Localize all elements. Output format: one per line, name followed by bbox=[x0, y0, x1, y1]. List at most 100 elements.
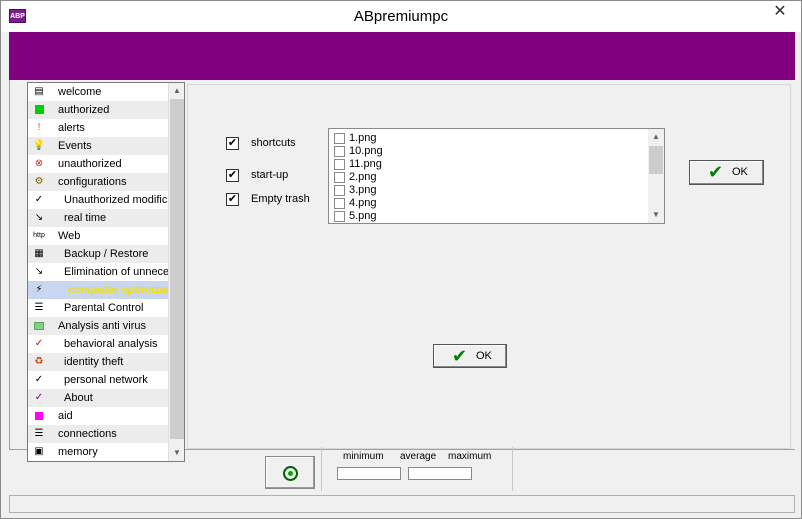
list-icon: ☰ bbox=[34, 302, 44, 313]
ok-button-top[interactable]: ✔ OK bbox=[689, 160, 764, 185]
sidebar-item[interactable]: ✓ behavioral analysis bbox=[28, 335, 169, 353]
file-checkbox[interactable] bbox=[334, 146, 345, 157]
elimination-icon: ↘ bbox=[34, 266, 44, 277]
file-name: 3.png bbox=[349, 184, 377, 196]
sidebar-item[interactable]: Analysis anti virus bbox=[28, 317, 169, 335]
backup-icon: ▦ bbox=[34, 248, 44, 259]
sidebar-item-label: identity theft bbox=[64, 356, 124, 368]
file-checkbox[interactable] bbox=[334, 172, 345, 183]
scan-button[interactable] bbox=[265, 456, 315, 489]
file-scroll-down-icon[interactable]: ▼ bbox=[648, 207, 664, 223]
sidebar-item[interactable]: ✓ About bbox=[28, 389, 169, 407]
sidebar-item[interactable]: ✓ Unauthorized modifications bbox=[28, 191, 169, 209]
sidebar-item-label: Backup / Restore bbox=[64, 248, 149, 260]
file-name: 5.png bbox=[349, 210, 377, 222]
sidebar-item-label: Events bbox=[58, 140, 92, 152]
file-checkbox[interactable] bbox=[334, 185, 345, 196]
ok-button-center-label: OK bbox=[476, 350, 492, 362]
target-icon bbox=[283, 466, 298, 481]
scroll-up-arrow-icon[interactable]: ▲ bbox=[169, 83, 184, 99]
sidebar-list[interactable]: ▤ welcome authorized! alerts 💡 Events ⊗ unautho… bbox=[27, 82, 185, 462]
close-button[interactable]: ✕ bbox=[765, 3, 795, 21]
file-checkbox[interactable] bbox=[334, 159, 345, 170]
sidebar-item[interactable]: ▦ Backup / Restore bbox=[28, 245, 169, 263]
shortcuts-label: shortcuts bbox=[251, 137, 296, 149]
sidebar-item[interactable]: ↘ Elimination of unnecessary bbox=[28, 263, 169, 281]
checkmark-icon: ✓ bbox=[34, 194, 44, 205]
sidebar-item-label: unauthorized bbox=[58, 158, 122, 170]
sidebar-item-label: Unauthorized modifications bbox=[64, 194, 169, 206]
sidebar-item[interactable]: ☰ connections bbox=[28, 425, 169, 443]
sidebar-item[interactable]: ! alerts bbox=[28, 119, 169, 137]
title-bar[interactable]: ABP ABpremiumpc ✕ bbox=[1, 1, 801, 32]
sidebar-item[interactable]: ✓ personal network bbox=[28, 371, 169, 389]
ok-center-check-icon: ✔ bbox=[452, 346, 468, 366]
about-check-icon: ✓ bbox=[34, 392, 44, 403]
sidebar-item-label: Analysis anti virus bbox=[58, 320, 147, 332]
sidebar-item-label: connections bbox=[58, 428, 117, 440]
header-banner bbox=[9, 32, 795, 80]
sidebar-item[interactable]: ♻ identity theft bbox=[28, 353, 169, 371]
sidebar-item-label: authorized bbox=[58, 104, 110, 116]
config-icon: ⚙ bbox=[34, 176, 44, 187]
average-label: average bbox=[400, 451, 437, 462]
file-scroll-up-icon[interactable]: ▲ bbox=[648, 129, 664, 145]
sidebar-item[interactable]: authorized bbox=[28, 101, 169, 119]
green-rect-icon bbox=[34, 322, 44, 330]
sidebar-item-label: behavioral analysis bbox=[64, 338, 158, 350]
ok-button-center[interactable]: ✔ OK bbox=[433, 344, 507, 368]
file-checkbox[interactable] bbox=[334, 133, 345, 144]
scroll-down-arrow-icon[interactable]: ▼ bbox=[169, 445, 184, 461]
sidebar-scroll-thumb[interactable] bbox=[170, 99, 184, 439]
sidebar-items: ▤ welcome authorized! alerts 💡 Events ⊗ unautho… bbox=[28, 83, 169, 461]
sidebar-item-label: About bbox=[64, 392, 93, 404]
minimum-label: minimum bbox=[343, 451, 384, 462]
window-title: ABpremiumpc bbox=[353, 8, 449, 25]
red-check-icon: ✓ bbox=[34, 338, 44, 349]
sidebar-item-label: personal network bbox=[64, 374, 148, 386]
sidebar-item-label: memory bbox=[58, 446, 98, 458]
sidebar-item-label: welcome bbox=[58, 86, 102, 98]
empty-trash-label: Empty trash bbox=[251, 193, 310, 205]
sidebar-item-label: alerts bbox=[58, 122, 85, 134]
sidebar-item-label: aid bbox=[58, 410, 73, 422]
sidebar-item-label: Elimination of unnecessary bbox=[64, 266, 169, 278]
startup-checkbox[interactable]: ✔ bbox=[226, 169, 239, 182]
sidebar-item[interactable]: ⚙ configurations bbox=[28, 173, 169, 191]
sidebar-item[interactable]: ⚡ computer optimization bbox=[28, 281, 169, 299]
sidebar-item-label: configurations bbox=[58, 176, 127, 188]
ok-button-top-label: OK bbox=[732, 166, 748, 178]
status-bar bbox=[9, 495, 795, 513]
forbidden-icon: ⊗ bbox=[34, 158, 44, 169]
sidebar-item[interactable]: 💡 Events bbox=[28, 137, 169, 155]
lightbulb-icon: 💡 bbox=[32, 140, 46, 151]
sidebar-item[interactable]: ☰ Parental Control bbox=[28, 299, 169, 317]
minimum-field[interactable] bbox=[337, 467, 401, 480]
sidebar-item[interactable]: ↘ real time bbox=[28, 209, 169, 227]
file-checkbox[interactable] bbox=[334, 211, 345, 222]
maximum-label: maximum bbox=[448, 451, 492, 462]
window-icon: ▤ bbox=[34, 86, 44, 97]
maximum-field[interactable] bbox=[408, 467, 472, 480]
sidebar-item[interactable]: ▤ welcome bbox=[28, 83, 169, 101]
sidebar-item-label: Web bbox=[58, 230, 81, 242]
memory-icon: ▣ bbox=[34, 446, 44, 457]
sidebar-item[interactable]: ⊗ unauthorized bbox=[28, 155, 169, 173]
file-name: 11.png bbox=[349, 158, 382, 170]
file-checkbox[interactable] bbox=[334, 198, 345, 209]
stats-panel: minimum average maximum bbox=[321, 447, 513, 491]
sidebar-item[interactable]: ▣ memory bbox=[28, 443, 169, 461]
file-name: 2.png bbox=[349, 171, 377, 183]
green-square-icon bbox=[35, 105, 44, 114]
shortcuts-checkbox[interactable]: ✔ bbox=[226, 137, 239, 150]
empty-trash-checkbox[interactable]: ✔ bbox=[226, 193, 239, 206]
file-name: 10.png bbox=[349, 145, 383, 157]
file-list[interactable]: 1.png 10.png 11.png 2.png 3.png 4.png 5.png ▲ … bbox=[328, 128, 665, 224]
file-scroll-thumb[interactable] bbox=[649, 146, 663, 174]
app-window: ABP ABpremiumpc ✕ ▤ welcome authorized! ale… bbox=[0, 0, 802, 519]
sidebar-item[interactable]: aid bbox=[28, 407, 169, 425]
sidebar-scrollbar[interactable]: ▲ ▼ bbox=[168, 83, 184, 461]
alert-person-icon: ! bbox=[37, 122, 41, 133]
file-list-scrollbar[interactable]: ▲ ▼ bbox=[648, 129, 664, 223]
sidebar-item[interactable]: http Web bbox=[28, 227, 169, 245]
